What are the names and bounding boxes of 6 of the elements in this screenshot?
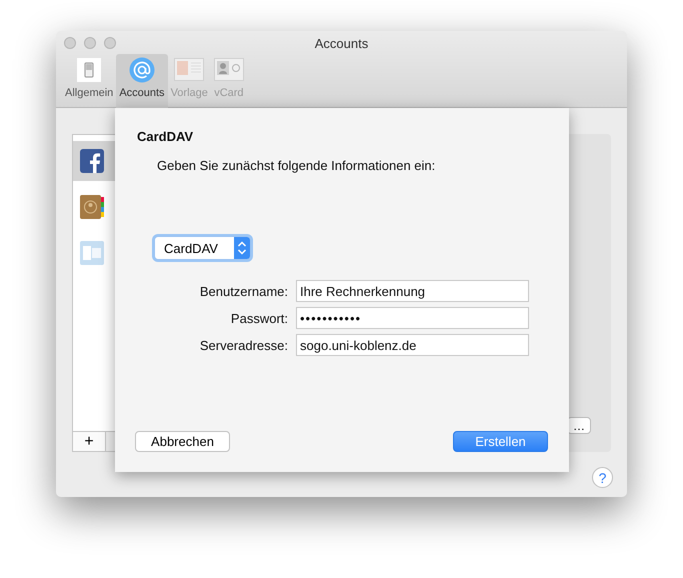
window-title: Accounts bbox=[314, 36, 368, 51]
instruction-text: Geben Sie zunächst folgende Informationen ein: bbox=[157, 158, 436, 173]
field-label: Passwort: bbox=[230, 310, 288, 326]
field-label: Benutzername: bbox=[198, 284, 288, 298]
sheet-title: CardDAV bbox=[137, 129, 194, 144]
field-label: Serveradresse: bbox=[198, 338, 288, 352]
